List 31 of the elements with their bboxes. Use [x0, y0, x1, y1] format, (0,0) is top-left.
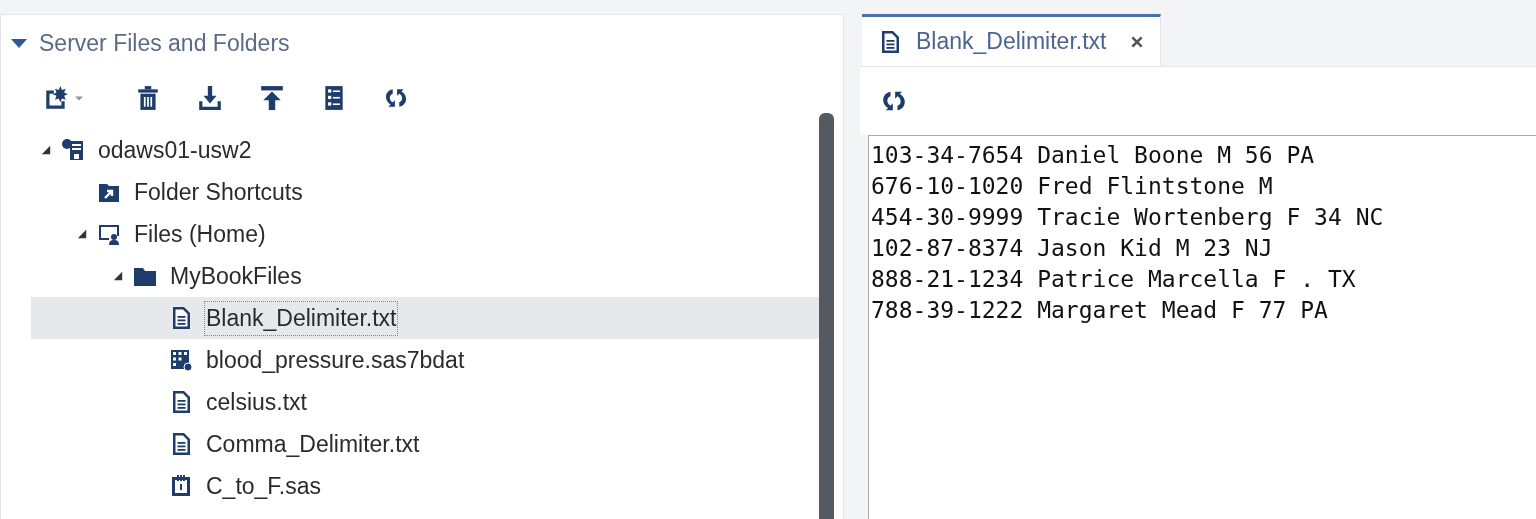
upload-icon[interactable]	[259, 85, 285, 111]
expand-caret-icon[interactable]	[77, 229, 87, 239]
computer-user-icon	[97, 222, 121, 246]
tree-item[interactable]: blood_pressure.sas7bdat	[31, 339, 819, 381]
collapse-caret-icon[interactable]	[11, 38, 27, 48]
text-line: 788-39-1222 Margaret Mead F 77 PA	[871, 296, 1329, 325]
delete-icon[interactable]	[135, 85, 161, 111]
close-icon[interactable]	[1130, 34, 1145, 49]
panel-title[interactable]: Server Files and Folders	[39, 29, 290, 57]
scrollbar[interactable]	[819, 113, 834, 519]
tree-item[interactable]: Files (Home)	[31, 213, 819, 255]
data-table-icon	[169, 348, 193, 372]
tree-item[interactable]: Comma_Delimiter.txt	[31, 423, 819, 465]
tree-item[interactable]: C_to_F.sas	[31, 465, 819, 507]
expand-caret-icon[interactable]	[41, 145, 51, 155]
expand-caret-icon[interactable]	[113, 271, 123, 281]
tree-item[interactable]: odaws01-usw2	[31, 129, 819, 171]
text-line: 676-10-1020 Fred Flintstone M	[871, 172, 1274, 201]
tree-item[interactable]: MyBookFiles	[31, 255, 819, 297]
text-line: 454-30-9999 Tracie Wortenberg F 34 NC	[871, 203, 1385, 232]
new-file-icon	[43, 85, 69, 111]
tree-item[interactable]: celsius.txt	[31, 381, 819, 423]
download-icon[interactable]	[197, 85, 223, 111]
tree-item[interactable]: Blank_Delimiter.txt	[31, 297, 819, 339]
text-line: 102-87-8374 Jason Kid M 23 NJ	[871, 234, 1274, 263]
text-line: 103-34-7654 Daniel Boone M 56 PA	[871, 141, 1316, 170]
tree-item[interactable]: Folder Shortcuts	[31, 171, 819, 213]
file-tab[interactable]: Blank_Delimiter.txt	[862, 14, 1162, 66]
server-icon	[61, 138, 85, 162]
text-line: 888-21-1234 Patrice Marcella F . TX	[871, 265, 1357, 294]
program-file-icon	[169, 474, 193, 498]
